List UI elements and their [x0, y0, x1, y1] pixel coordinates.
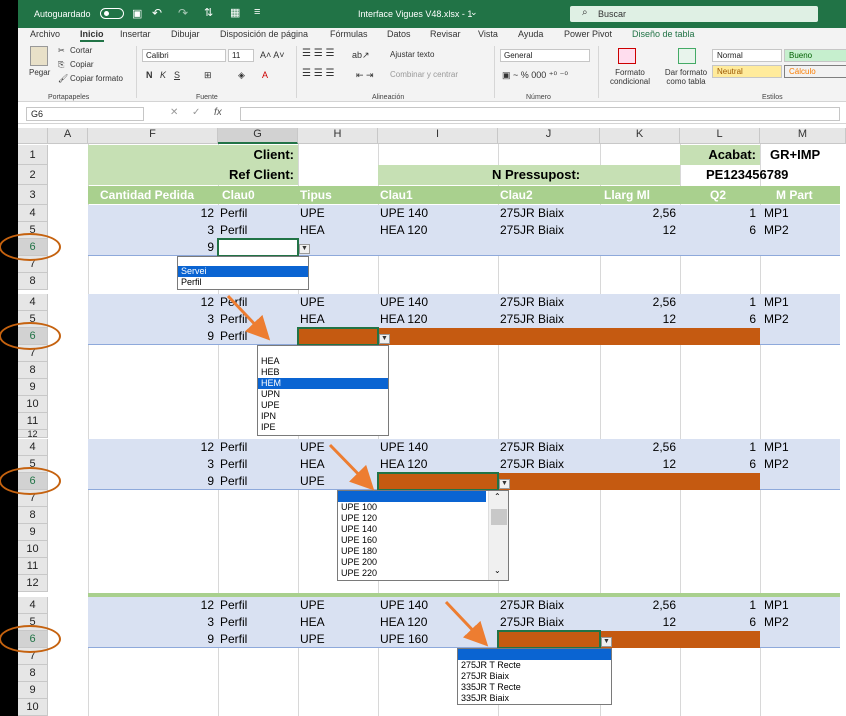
guide-arrow	[226, 294, 271, 341]
guide-arrow	[444, 600, 489, 647]
guide-arrow	[328, 443, 375, 491]
guide-arrows	[226, 294, 489, 647]
